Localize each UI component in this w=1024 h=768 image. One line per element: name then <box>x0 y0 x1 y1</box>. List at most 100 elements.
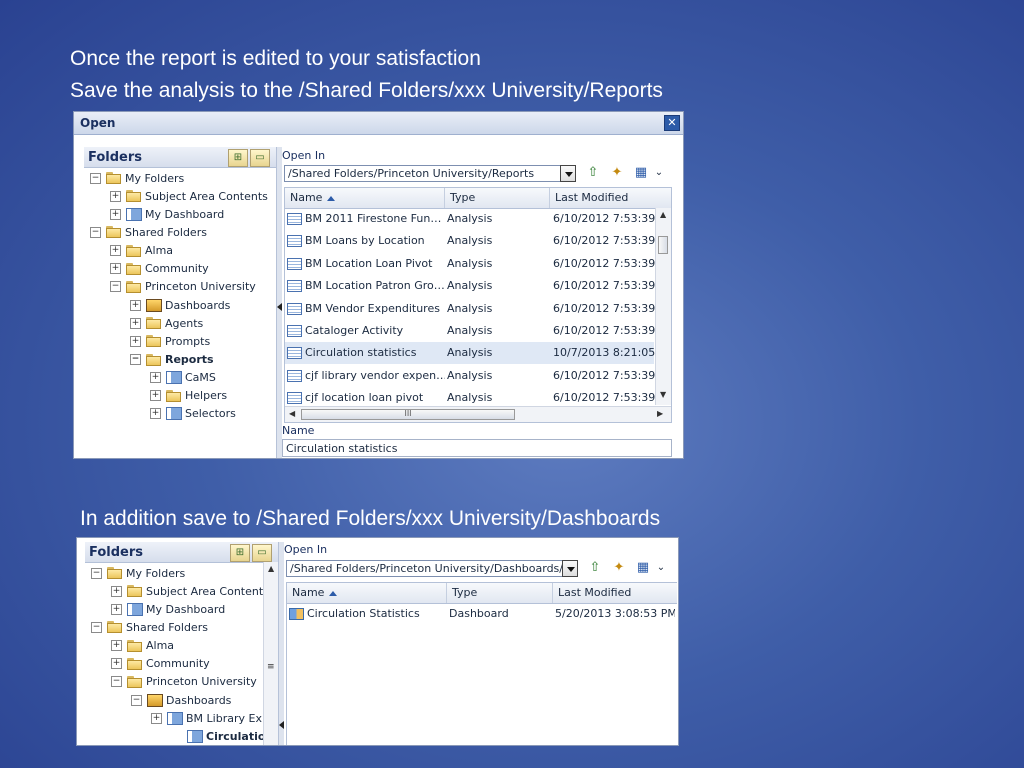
tree-node[interactable]: + My Dashboard <box>110 205 224 223</box>
tree-node[interactable]: + Helpers <box>150 387 227 405</box>
tree-node-label: Dashboards <box>166 693 232 707</box>
tree-node[interactable]: + Selectors <box>150 405 236 423</box>
tree-node[interactable]: − Reports <box>130 351 214 369</box>
column-header-modified[interactable]: Last Modified <box>550 188 671 208</box>
expand-icon[interactable]: + <box>151 712 162 724</box>
expand-icon[interactable]: + <box>130 299 141 311</box>
tree-node[interactable]: + Alma <box>111 637 174 655</box>
expand-icon[interactable]: + <box>110 190 121 202</box>
tree-node[interactable]: + BM Library Exp <box>151 709 269 727</box>
table-row[interactable]: Circulation Statistics Dashboard 5/20/2013… <box>287 603 677 625</box>
expand-icon[interactable]: + <box>130 317 141 329</box>
expand-icon[interactable]: + <box>150 408 161 420</box>
collapse-icon[interactable]: − <box>91 567 102 579</box>
tree-node[interactable]: + My Dashboard <box>111 600 225 618</box>
expand-icon[interactable]: + <box>110 245 121 257</box>
table-row[interactable]: Cataloger Activity Analysis 6/10/2012 7:53… <box>285 320 655 342</box>
go-up-folder-icon[interactable]: ⇧ <box>586 560 604 576</box>
tree-node[interactable]: − Princeton University <box>110 278 256 296</box>
collapse-icon[interactable]: − <box>130 354 141 365</box>
path-dropdown-button-2[interactable] <box>562 560 578 577</box>
expand-icon[interactable]: + <box>110 208 121 220</box>
horizontal-scroll-thumb[interactable]: III <box>301 409 515 420</box>
path-field-2[interactable]: /Shared Folders/Princeton University/Das… <box>286 560 564 577</box>
tree-node[interactable]: − My Folders <box>91 564 185 582</box>
collapse-icon[interactable]: − <box>90 226 101 238</box>
expand-icon[interactable]: + <box>111 603 122 615</box>
expand-icon[interactable]: + <box>150 390 161 402</box>
tree-node[interactable]: − Shared Folders <box>90 223 207 241</box>
tree-vertical-scrollbar[interactable]: ▲ ≡ <box>263 562 278 745</box>
new-folder-icon[interactable]: ✦ <box>608 165 626 181</box>
open-dialog: Open ✕ Folders ⊞ ▭ − My Folders + Subject A… <box>73 111 684 459</box>
scroll-grip-icon[interactable]: ≡ <box>267 662 275 672</box>
horizontal-scrollbar[interactable]: ◀ III ▶ <box>285 406 671 422</box>
column-header-modified[interactable]: Last Modified <box>553 583 677 603</box>
tree-node[interactable]: + Community <box>111 655 210 673</box>
collapse-icon[interactable]: − <box>131 694 142 706</box>
chevron-down-icon[interactable]: ⌄ <box>650 165 668 181</box>
tree-view-icon[interactable]: ⊞ <box>228 149 248 167</box>
folders-title: Folders <box>88 150 143 165</box>
cell-type-text: Analysis <box>447 346 493 360</box>
collapse-icon[interactable]: − <box>111 676 122 688</box>
expand-icon[interactable]: + <box>130 335 141 347</box>
table-row[interactable]: BM Location Loan Pivot Analysis 6/10/2012 … <box>285 253 655 275</box>
folder-open-icon <box>146 353 162 366</box>
chevron-down-icon[interactable]: ⌄ <box>652 560 670 576</box>
table-row[interactable]: BM Loans by Location Analysis 6/10/2012 7:… <box>285 230 656 252</box>
scroll-down-icon[interactable]: ▼ <box>660 390 666 399</box>
expand-icon[interactable]: + <box>150 372 161 384</box>
collapse-icon[interactable]: − <box>90 172 101 184</box>
tree-node[interactable]: − Shared Folders <box>91 618 208 636</box>
table-row[interactable]: BM 2011 Firestone Fun… Analysis 6/10/2012 … <box>285 208 655 230</box>
tree-node[interactable]: + CaMS <box>150 369 216 387</box>
scroll-up-icon[interactable]: ▲ <box>268 564 274 573</box>
view-options-icon[interactable]: ▦ <box>634 560 652 576</box>
tree-node[interactable]: + Community <box>110 260 209 278</box>
folder-view-icon[interactable]: ▭ <box>252 544 272 562</box>
tree-node[interactable]: − My Folders <box>90 169 184 187</box>
new-folder-icon[interactable]: ✦ <box>610 560 628 576</box>
cell-name-text: BM Location Loan Pivot <box>305 256 433 270</box>
column-header-name[interactable]: Name <box>285 188 445 208</box>
tree-node[interactable]: + Dashboards <box>130 296 230 314</box>
scroll-left-icon[interactable]: ◀ <box>289 409 295 418</box>
tree-node[interactable]: + Prompts <box>130 332 210 350</box>
collapse-icon[interactable]: − <box>110 281 121 293</box>
column-header-name[interactable]: Name <box>287 583 447 603</box>
tree-node[interactable]: + Subject Area Contents <box>110 187 268 205</box>
vertical-scroll-thumb[interactable] <box>658 236 668 254</box>
tree-node[interactable]: + Agents <box>130 314 203 332</box>
column-header-type[interactable]: Type <box>447 583 553 603</box>
path-field[interactable]: /Shared Folders/Princeton University/Rep… <box>284 165 562 182</box>
tree-view-icon[interactable]: ⊞ <box>230 544 250 562</box>
cell-modified-text: 6/10/2012 7:53:39 <box>553 234 656 248</box>
close-icon[interactable]: ✕ <box>664 115 680 131</box>
tree-node[interactable]: + Alma <box>110 242 173 260</box>
expand-icon[interactable]: + <box>111 585 122 597</box>
folder-view-icon[interactable]: ▭ <box>250 149 270 167</box>
tree-node-label: Prompts <box>165 334 211 348</box>
cell-type-text: Analysis <box>447 301 493 315</box>
tree-node[interactable]: + Subject Area Contents <box>111 582 269 600</box>
expand-icon[interactable]: + <box>111 658 122 670</box>
tree-node-label: Reports <box>165 353 214 366</box>
column-header-type[interactable]: Type <box>445 188 550 208</box>
table-row[interactable]: BM Vendor Expenditures Analysis 6/10/2012 … <box>285 298 655 320</box>
table-row[interactable]: Circulation statistics Analysis 10/7/2013 … <box>285 342 655 365</box>
go-up-folder-icon[interactable]: ⇧ <box>584 165 602 181</box>
scroll-right-icon[interactable]: ▶ <box>657 409 663 418</box>
scroll-up-icon[interactable]: ▲ <box>660 210 666 219</box>
vertical-scrollbar[interactable]: ▲ ▼ <box>655 208 671 405</box>
tree-node[interactable]: − Dashboards <box>131 691 231 709</box>
collapse-icon[interactable]: − <box>91 621 102 633</box>
expand-icon[interactable]: + <box>110 263 121 275</box>
tree-node[interactable]: − Princeton University <box>111 673 257 691</box>
path-dropdown-button[interactable] <box>560 165 576 182</box>
view-options-icon[interactable]: ▦ <box>632 165 650 181</box>
table-row[interactable]: cjf library vendor expen… Analysis 6/10/20… <box>285 365 655 387</box>
name-input[interactable]: Circulation statistics <box>282 439 672 457</box>
table-row[interactable]: BM Location Patron Gro… Analysis 6/10/2012… <box>285 275 655 297</box>
expand-icon[interactable]: + <box>111 640 122 652</box>
